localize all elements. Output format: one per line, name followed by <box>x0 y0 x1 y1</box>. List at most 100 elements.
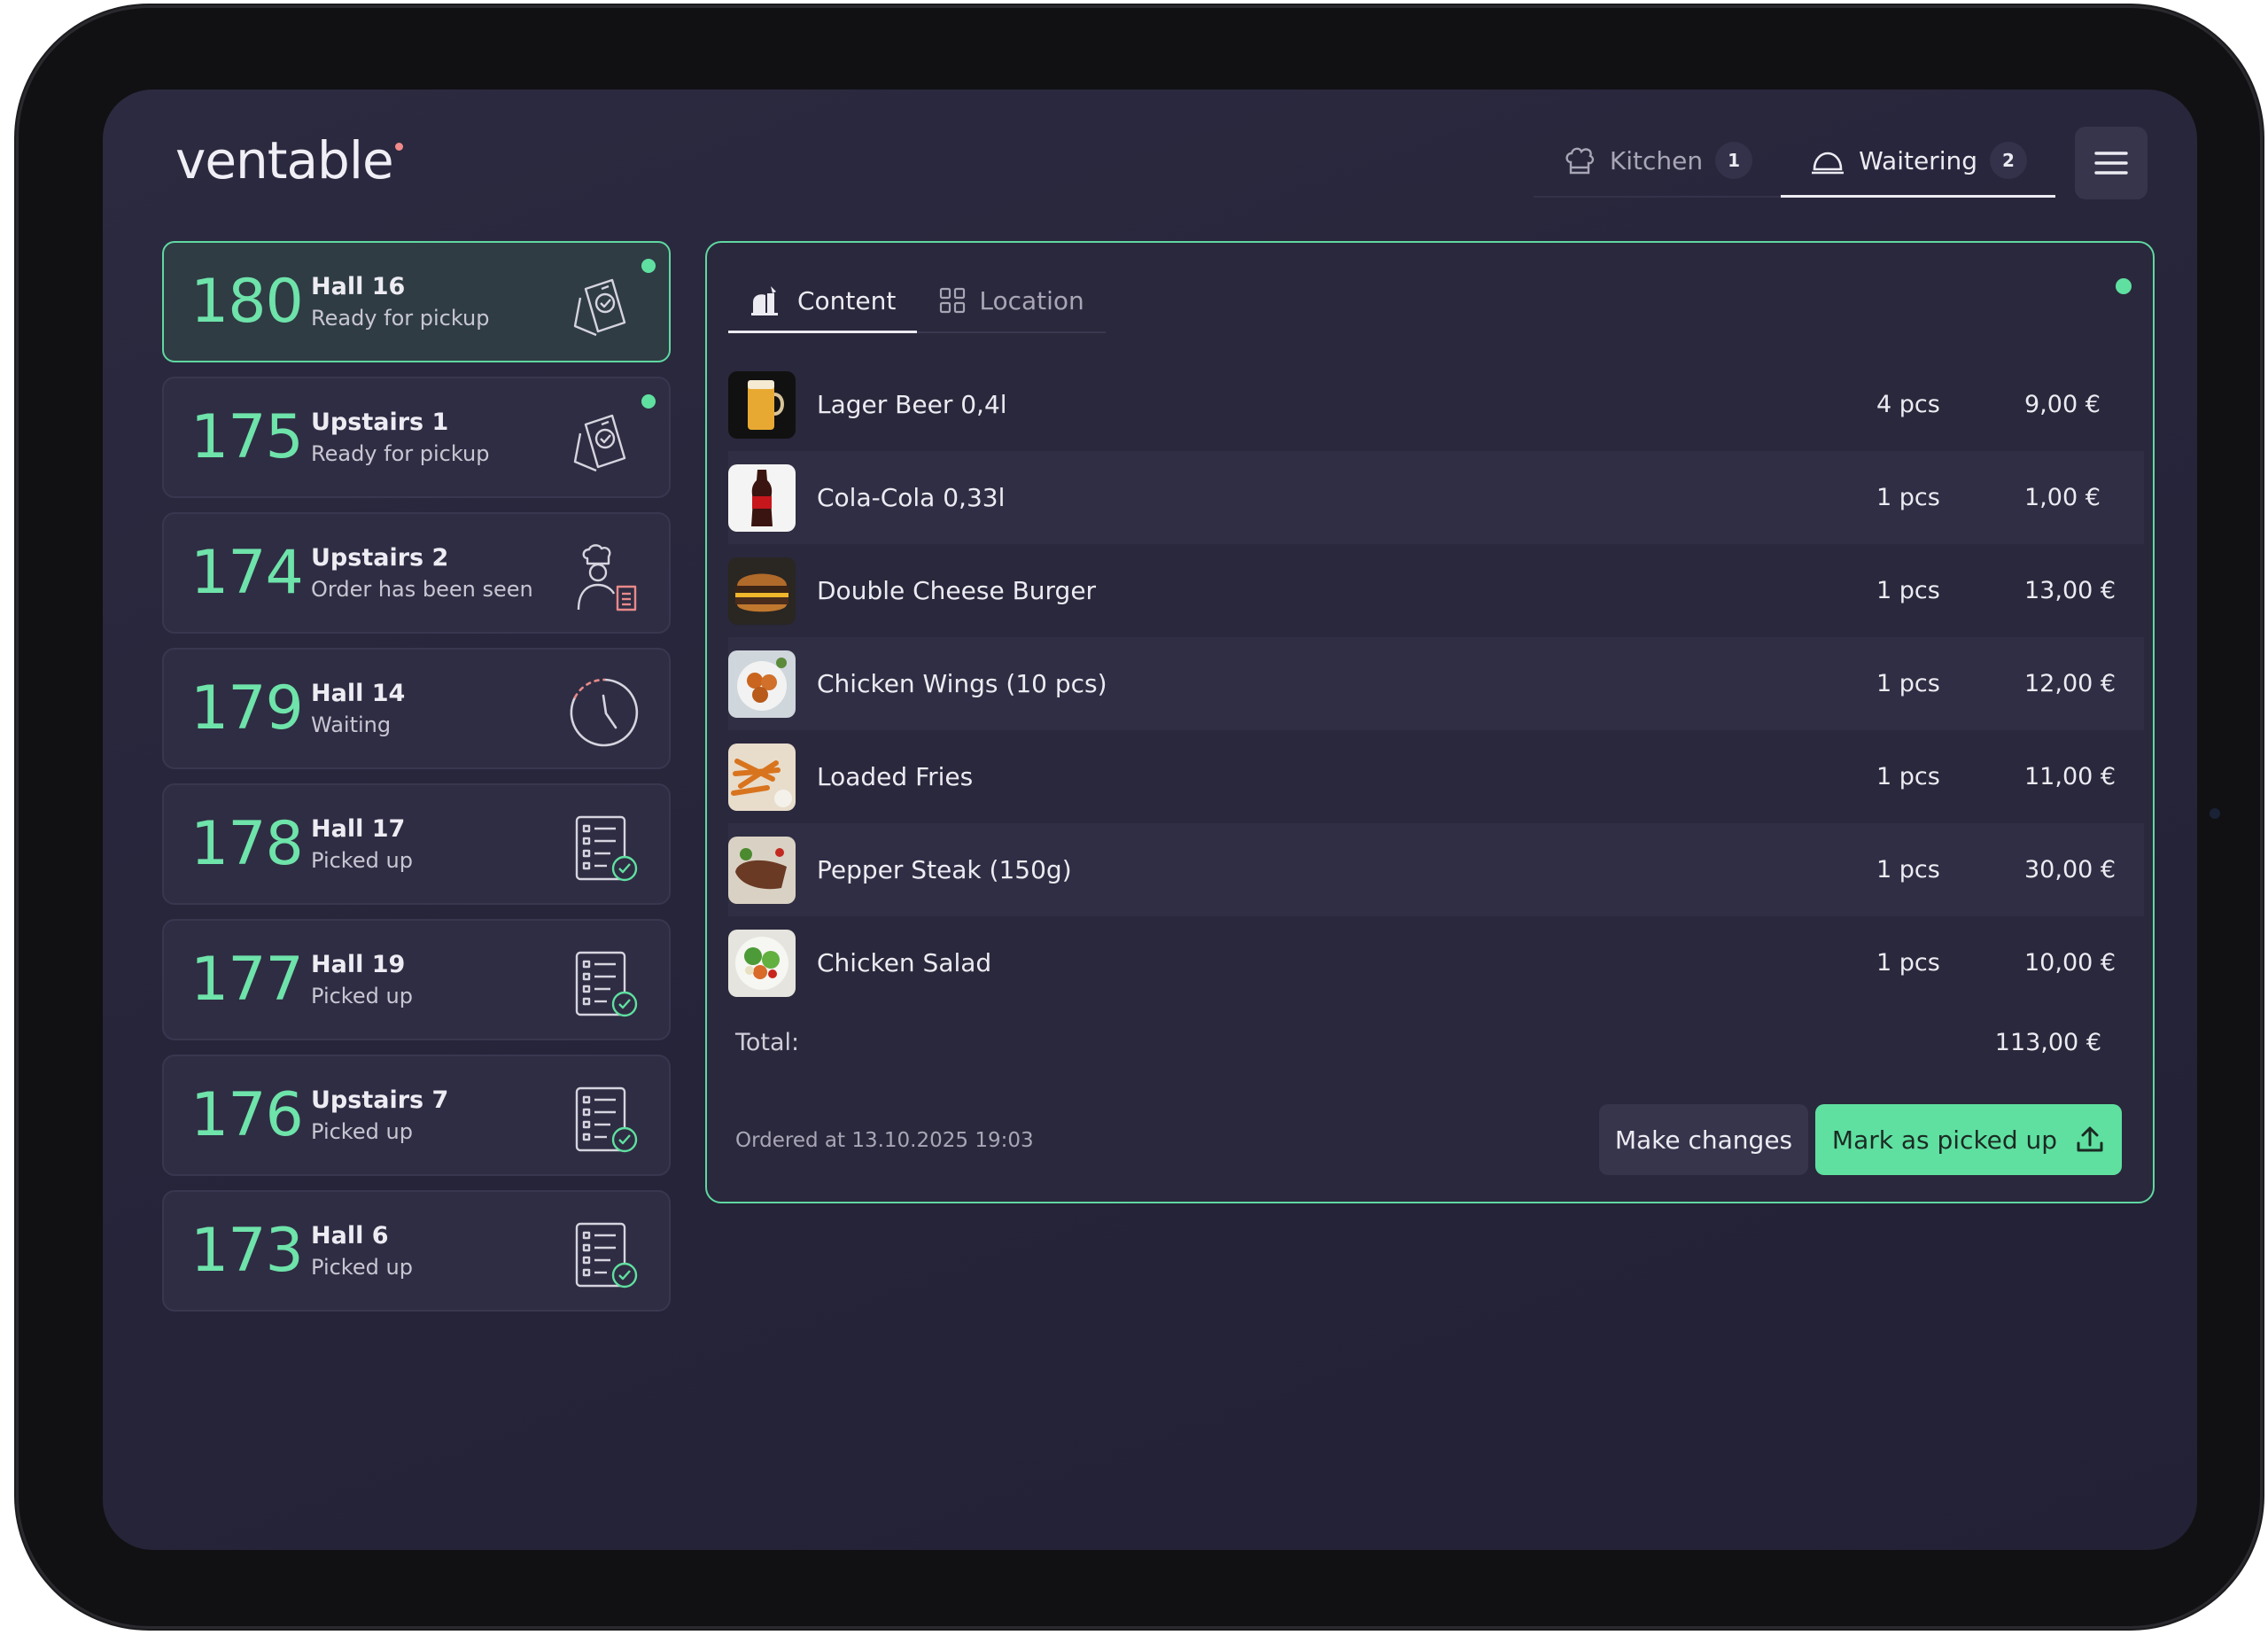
order-card[interactable]: 177 Hall 19 Picked up <box>162 919 671 1040</box>
order-number: 177 <box>190 945 304 1015</box>
hamburger-menu-icon <box>2094 152 2128 175</box>
chicken-wings-thumbnail <box>728 650 796 718</box>
order-status: Order has been seen <box>311 577 533 602</box>
order-number: 176 <box>190 1080 304 1150</box>
order-status: Picked up <box>311 848 413 873</box>
order-location: Upstairs 1 <box>311 409 449 436</box>
order-location: Hall 19 <box>311 951 406 978</box>
order-number: 173 <box>190 1216 304 1286</box>
order-detail-panel: Content Location Lager Beer 0,4l 4 pcs 9… <box>705 241 2155 1203</box>
total-label: Total: <box>735 1029 800 1056</box>
order-location: Hall 16 <box>311 273 406 300</box>
order-number: 178 <box>190 809 304 879</box>
item-price: 1,00 € <box>2024 484 2101 511</box>
order-item-row: Lager Beer 0,4l 4 pcs 9,00 € <box>728 358 2144 451</box>
total-value: 113,00 € <box>1994 1029 2101 1056</box>
order-status: Waiting <box>311 712 392 737</box>
order-status: Picked up <box>311 1119 413 1144</box>
make-changes-label: Make changes <box>1614 1125 1793 1155</box>
order-item-row: Loaded Fries 1 pcs 11,00 € <box>728 730 2144 823</box>
phone-ready-icon <box>573 414 626 472</box>
app-logo: ventable <box>175 130 403 191</box>
order-card[interactable]: 180 Hall 16 Ready for pickup <box>162 241 671 362</box>
order-card[interactable]: 176 Upstairs 7 Picked up <box>162 1055 671 1176</box>
order-number: 175 <box>190 402 304 472</box>
status-indicator <box>2116 278 2132 294</box>
checklist-done-icon <box>575 815 638 882</box>
chef-order-icon <box>577 544 637 611</box>
app-screen: ventable Kitchen 1 Waitering 2 180 Hall … <box>103 90 2197 1550</box>
item-qty: 1 pcs <box>1876 577 1940 604</box>
order-card[interactable]: 178 Hall 17 Picked up <box>162 783 671 905</box>
orders-list: 180 Hall 16 Ready for pickup 175 Upstair… <box>162 241 671 1326</box>
camera <box>2210 808 2220 819</box>
order-number: 179 <box>190 673 304 744</box>
tab-kitchen[interactable]: Kitchen 1 <box>1534 125 1781 196</box>
upload-icon <box>2077 1126 2103 1152</box>
item-name: Double Cheese Burger <box>817 576 1097 605</box>
menu-button[interactable] <box>2075 127 2148 199</box>
order-total: Total: 113,00 € <box>735 1029 2117 1056</box>
item-qty: 1 pcs <box>1876 763 1940 790</box>
order-location: Hall 17 <box>311 815 406 843</box>
order-number: 180 <box>190 267 304 337</box>
order-location: Upstairs 2 <box>311 544 449 572</box>
clock-icon <box>570 678 639 747</box>
new-order-indicator <box>641 259 656 273</box>
order-status: Ready for pickup <box>311 441 490 466</box>
tab-waitering[interactable]: Waitering 2 <box>1781 125 2055 198</box>
order-item-row: Double Cheese Burger 1 pcs 13,00 € <box>728 544 2144 637</box>
item-price: 30,00 € <box>2024 856 2117 884</box>
order-item-row: Chicken Salad 1 pcs 10,00 € <box>728 916 2144 1009</box>
checklist-done-icon <box>575 951 638 1017</box>
item-name: Lager Beer 0,4l <box>817 390 1007 419</box>
order-status: Ready for pickup <box>311 306 490 331</box>
make-changes-button[interactable]: Make changes <box>1599 1104 1808 1175</box>
item-qty: 1 pcs <box>1876 949 1940 977</box>
item-qty: 4 pcs <box>1876 391 1940 418</box>
cola-thumbnail <box>728 463 796 532</box>
order-status: Picked up <box>311 1255 413 1280</box>
tab-location[interactable]: Location <box>917 269 1105 331</box>
tab-content-label: Content <box>797 285 897 315</box>
item-name: Cola-Cola 0,33l <box>817 483 1006 512</box>
order-item-row: Chicken Wings (10 pcs) 1 pcs 12,00 € <box>728 637 2144 730</box>
order-card[interactable]: 175 Upstairs 1 Ready for pickup <box>162 377 671 498</box>
order-card[interactable]: 179 Hall 14 Waiting <box>162 648 671 769</box>
item-price: 9,00 € <box>2024 391 2101 418</box>
tab-content[interactable]: Content <box>728 269 918 333</box>
order-item-row: Pepper Steak (150g) 1 pcs 30,00 € <box>728 823 2144 916</box>
mark-picked-up-label: Mark as picked up <box>1831 1125 2058 1155</box>
tablet-bezel: ventable Kitchen 1 Waitering 2 180 Hall … <box>16 5 2263 1629</box>
order-card[interactable]: 174 Upstairs 2 Order has been seen <box>162 512 671 634</box>
cloche-icon <box>1812 152 1845 175</box>
order-items: Lager Beer 0,4l 4 pcs 9,00 € Cola-Cola 0… <box>728 358 2144 1009</box>
lager-beer-thumbnail <box>728 370 796 439</box>
item-name: Chicken Salad <box>817 948 992 977</box>
tab-waitering-label: Waitering <box>1859 145 1977 175</box>
order-location: Upstairs 7 <box>311 1086 449 1114</box>
order-number: 174 <box>190 538 304 608</box>
chicken-salad-thumbnail <box>728 929 796 997</box>
order-status: Picked up <box>311 984 413 1008</box>
order-location: Hall 6 <box>311 1222 389 1250</box>
tab-kitchen-label: Kitchen <box>1609 145 1704 175</box>
item-price: 13,00 € <box>2024 577 2117 604</box>
item-price: 12,00 € <box>2024 670 2117 697</box>
item-name: Loaded Fries <box>817 762 974 791</box>
item-name: Chicken Wings (10 pcs) <box>817 669 1107 698</box>
grid-icon <box>940 287 966 314</box>
order-card[interactable]: 173 Hall 6 Picked up <box>162 1190 671 1312</box>
item-price: 11,00 € <box>2024 763 2117 790</box>
checklist-done-icon <box>575 1222 638 1289</box>
ordered-timestamp: Ordered at 13.10.2025 19:03 <box>735 1129 1034 1152</box>
mark-picked-up-button[interactable]: Mark as picked up <box>1815 1104 2122 1175</box>
tab-location-label: Location <box>979 285 1084 315</box>
tab-kitchen-count: 1 <box>1715 142 1753 179</box>
phone-ready-icon <box>573 278 626 337</box>
order-location: Hall 14 <box>311 680 406 707</box>
item-name: Pepper Steak (150g) <box>817 855 1072 884</box>
checklist-done-icon <box>575 1086 638 1153</box>
chef-hat-icon <box>1565 147 1594 175</box>
burger-thumbnail <box>728 557 796 625</box>
